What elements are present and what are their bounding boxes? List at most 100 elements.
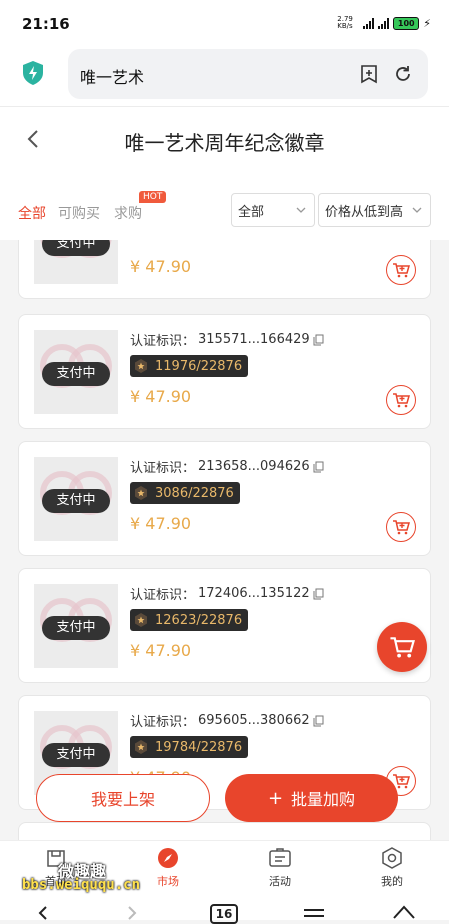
cart-icon <box>390 637 415 658</box>
cert-value: 213658...094626 <box>198 459 310 474</box>
nav-mine[interactable]: 我的 <box>352 847 432 889</box>
chevron-down-icon <box>296 207 306 213</box>
cert-id: 认证标识： 695605...380662 <box>130 711 324 730</box>
copy-icon[interactable] <box>313 588 324 600</box>
system-forward-icon[interactable] <box>125 906 139 920</box>
battery-icon: 100 <box>393 16 420 30</box>
paying-badge: 支付中 <box>42 743 110 767</box>
product-card[interactable]: 支付中 认证标识： 213658...094626 3086/22876 ¥ 4… <box>18 441 431 556</box>
nav-activity-label: 活动 <box>269 875 291 888</box>
badge-icon <box>135 359 147 373</box>
cart-icon <box>393 263 410 278</box>
add-to-cart-button[interactable] <box>386 385 416 415</box>
product-card[interactable] <box>18 822 431 840</box>
batch-add-button[interactable]: + 批量加购 <box>225 774 398 822</box>
tab-buyable[interactable]: 可购买 <box>58 203 100 223</box>
price: ¥ 47.90 <box>130 514 192 533</box>
home-nav-icon[interactable] <box>392 904 416 920</box>
cert-value: 315571...166429 <box>198 332 310 347</box>
price: ¥ 47.90 <box>130 387 192 406</box>
price: ¥ 47.90 <box>130 257 192 276</box>
product-thumbnail: 支付中 <box>34 330 118 414</box>
product-list: 支付中 ¥ 47.90 支付中 认证标识： 315571...166429 11… <box>0 240 449 840</box>
address-bar[interactable]: 唯一艺术 <box>68 49 428 99</box>
status-time: 21:16 <box>22 15 70 33</box>
hot-badge: HOT <box>139 191 167 203</box>
compass-icon <box>158 848 178 868</box>
refresh-icon[interactable] <box>393 64 413 84</box>
cert-id: 认证标识： 213658...094626 <box>130 457 324 476</box>
paying-badge: 支付中 <box>42 489 110 513</box>
cert-value: 695605...380662 <box>198 713 310 728</box>
serial-tag: 11976/22876 <box>130 355 249 377</box>
nav-market-label: 市场 <box>157 875 179 888</box>
badge-icon <box>135 740 147 754</box>
copy-icon[interactable] <box>313 461 324 473</box>
chevron-down-icon <box>412 207 422 213</box>
badge-icon <box>135 486 147 500</box>
sort-select[interactable]: 价格从低到高 <box>318 193 431 227</box>
activity-icon <box>269 848 291 867</box>
tab-count-button[interactable]: 16 <box>210 904 238 924</box>
nav-activity[interactable]: 活动 <box>240 847 320 889</box>
product-card[interactable]: 支付中 ¥ 47.90 <box>18 240 431 299</box>
paying-badge: 支付中 <box>42 616 110 640</box>
profile-icon <box>382 847 402 869</box>
serial-number: 12623/22876 <box>155 612 243 628</box>
cert-label: 认证标识： <box>130 715 196 730</box>
product-card[interactable]: 支付中 认证标识： 315571...166429 11976/22876 ¥ … <box>18 314 431 429</box>
cert-label: 认证标识： <box>130 588 196 603</box>
plus-icon: + <box>267 787 284 809</box>
product-thumbnail: 支付中 <box>34 584 118 668</box>
product-thumbnail: 支付中 <box>34 240 118 284</box>
signal-icon <box>363 17 375 29</box>
signal-icon-2 <box>378 17 390 29</box>
serial-number: 3086/22876 <box>155 485 234 501</box>
paying-badge: 支付中 <box>42 240 110 256</box>
menu-icon[interactable] <box>303 908 325 920</box>
paying-badge: 支付中 <box>42 362 110 386</box>
net-speed: 2.79 KB/s <box>337 15 353 30</box>
batch-add-label: 批量加购 <box>291 790 356 809</box>
nav-mine-label: 我的 <box>381 875 403 888</box>
cert-label: 认证标识： <box>130 461 196 476</box>
add-to-cart-button[interactable] <box>386 255 416 285</box>
copy-icon[interactable] <box>313 715 324 727</box>
product-card[interactable]: 支付中 认证标识： 172406...135122 12623/22876 ¥ … <box>18 568 431 683</box>
serial-tag: 19784/22876 <box>130 736 249 758</box>
serial-tag: 12623/22876 <box>130 609 249 631</box>
tab-wanted[interactable]: 求购 <box>114 203 142 223</box>
sort-select-value: 价格从低到高 <box>325 204 404 220</box>
page-title: 唯一艺术周年纪念徽章 <box>124 131 325 155</box>
category-select-value: 全部 <box>238 204 265 220</box>
cert-value: 172406...135122 <box>198 586 310 601</box>
cert-id: 认证标识： 315571...166429 <box>130 330 324 349</box>
list-for-sale-button[interactable]: 我要上架 <box>36 774 210 822</box>
floating-cart-button[interactable] <box>377 622 427 672</box>
system-back-icon[interactable] <box>36 906 50 920</box>
cert-id: 认证标识： 172406...135122 <box>130 584 324 603</box>
cart-icon <box>393 520 410 535</box>
filter-bar: 全部 可购买 求购 HOT 全部 价格从低到高 <box>0 176 449 240</box>
charging-icon: ⚡ <box>423 16 431 30</box>
serial-number: 19784/22876 <box>155 739 243 755</box>
tab-all[interactable]: 全部 <box>18 203 46 223</box>
add-to-cart-button[interactable] <box>386 512 416 542</box>
status-bar: 21:16 2.79 KB/s 100 ⚡ <box>0 0 449 46</box>
status-indicators: 2.79 KB/s 100 ⚡ <box>337 16 431 30</box>
watermark-url: bbs.weiququ.cn <box>22 877 141 893</box>
category-select[interactable]: 全部 <box>231 193 315 227</box>
cart-icon <box>393 393 410 408</box>
shield-icon[interactable] <box>22 60 44 86</box>
browser-bar: 唯一艺术 <box>0 46 449 106</box>
badge-icon <box>135 613 147 627</box>
copy-icon[interactable] <box>313 334 324 346</box>
serial-tag: 3086/22876 <box>130 482 240 504</box>
address-text: 唯一艺术 <box>80 68 145 87</box>
price: ¥ 47.90 <box>130 641 192 660</box>
serial-number: 11976/22876 <box>155 358 243 374</box>
cert-label: 认证标识： <box>130 334 196 349</box>
product-thumbnail: 支付中 <box>34 457 118 541</box>
page-header: 唯一艺术周年纪念徽章 <box>0 106 449 176</box>
bookmark-add-icon[interactable] <box>359 64 379 84</box>
